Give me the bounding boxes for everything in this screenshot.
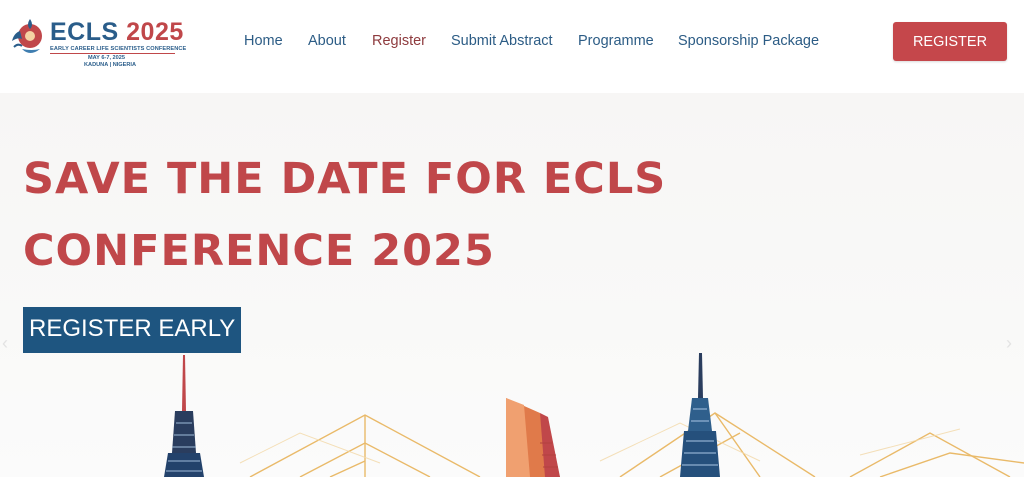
nav-submit-abstract[interactable]: Submit Abstract [451,33,553,49]
register-button[interactable]: REGISTER [893,22,1007,61]
site-header: ECLS 2025 EARLY CAREER LIFE SCIENTISTS C… [0,0,1024,93]
nav-register[interactable]: Register [372,33,426,49]
hero-title: SAVE THE DATE FOR ECLS CONFERENCE 2025 [23,143,743,287]
logo-date: MAY 6-7, 2025 [88,55,126,61]
logo-emblem-icon [12,19,42,53]
nav-programme[interactable]: Programme [578,33,654,49]
nav-home[interactable]: Home [244,33,283,49]
hero-title-line-2: CONFERENCE 2025 [23,226,495,276]
city-skyline-illustration [164,353,1024,477]
register-early-button[interactable]: REGISTER EARLY [23,307,242,353]
nav-about[interactable]: About [308,33,346,49]
logo-title: ECLS 2025 [50,18,184,46]
hero-title-line-1: SAVE THE DATE FOR ECLS [23,154,667,204]
hero-banner: SAVE THE DATE FOR ECLS CONFERENCE 2025 R… [0,93,1024,477]
site-logo[interactable]: ECLS 2025 EARLY CAREER LIFE SCIENTISTS C… [8,13,186,69]
logo-location: KADUNA | NIGERIA [84,62,137,68]
logo-divider [50,53,175,54]
carousel-next-icon[interactable]: › [1006,333,1012,354]
nav-sponsorship-package[interactable]: Sponsorship Package [678,33,819,49]
carousel-prev-icon[interactable]: ‹ [2,333,8,354]
logo-subtitle: EARLY CAREER LIFE SCIENTISTS CONFERENCE [50,46,187,52]
